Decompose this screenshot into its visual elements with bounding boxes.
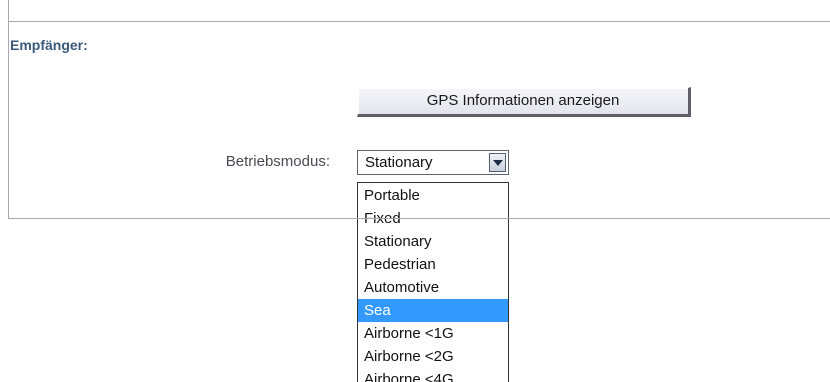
- option-stationary[interactable]: Stationary: [358, 230, 508, 253]
- section-title: Empfänger:: [10, 37, 88, 53]
- top-divider: [8, 21, 830, 22]
- option-pedestrian[interactable]: Pedestrian: [358, 253, 508, 276]
- gps-info-button[interactable]: GPS Informationen anzeigen: [357, 87, 691, 117]
- operating-mode-label: Betriebsmodus:: [225, 153, 330, 170]
- operating-mode-selected-value: Stationary: [365, 154, 433, 171]
- page: Empfänger: GPS Informationen anzeigen Be…: [0, 0, 830, 382]
- option-airborne-1g[interactable]: Airborne <1G: [358, 322, 508, 345]
- option-sea[interactable]: Sea: [358, 299, 508, 322]
- bottom-divider: [8, 218, 830, 219]
- option-automotive[interactable]: Automotive: [358, 276, 508, 299]
- option-airborne-2g[interactable]: Airborne <2G: [358, 345, 508, 368]
- chevron-down-icon[interactable]: [489, 153, 506, 172]
- left-border: [8, 0, 9, 219]
- operating-mode-select[interactable]: Stationary: [357, 150, 509, 175]
- operating-mode-options[interactable]: Portable Fixed Stationary Pedestrian Aut…: [357, 182, 509, 382]
- option-portable[interactable]: Portable: [358, 184, 508, 207]
- option-airborne-4g[interactable]: Airborne <4G: [358, 368, 508, 382]
